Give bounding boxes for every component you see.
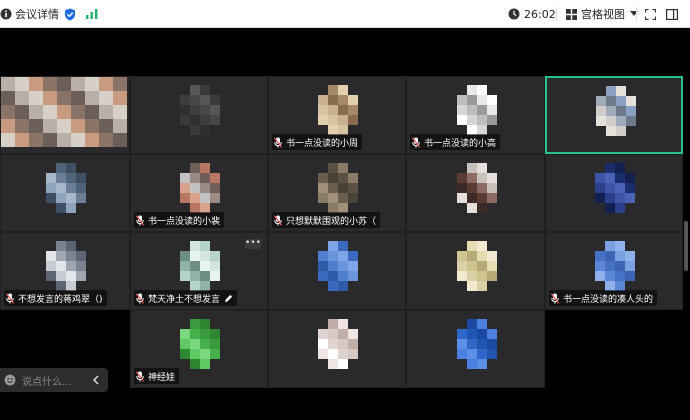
participant-avatar: [180, 85, 220, 135]
mic-muted-icon: [412, 136, 420, 148]
participant-avatar: [318, 241, 358, 291]
participant-avatar: [318, 319, 358, 369]
participant-name: 只想默默围观的小苏（: [286, 216, 377, 227]
mic-muted-icon: [136, 214, 144, 226]
sidebar-toggle-button[interactable]: [666, 0, 678, 28]
meeting-details-label: 会议详情: [15, 8, 59, 21]
mic-muted-icon: [274, 214, 282, 226]
participant-avatar: [46, 241, 86, 291]
view-mode-label: 宫格视图: [581, 8, 625, 21]
meeting-info-button[interactable]: 会议详情: [0, 0, 59, 28]
view-mode-dropdown[interactable]: 宫格视图: [566, 0, 638, 28]
video-tile[interactable]: 只想默默围观的小苏（: [268, 154, 406, 232]
participant-name: 神经娃: [148, 372, 176, 383]
video-tile[interactable]: [406, 310, 545, 388]
security-status[interactable]: [64, 0, 76, 28]
participant-avatar: [1, 77, 127, 147]
participant-avatar: [46, 163, 86, 213]
participant-avatar: [596, 86, 636, 136]
participant-name-tag: 书一点没读的小裴: [134, 212, 225, 228]
divider: [556, 7, 557, 21]
participant-name: 梵天净土不想发言: [148, 294, 221, 305]
network-signal[interactable]: [86, 0, 98, 28]
mic-muted-icon: [274, 136, 282, 148]
timer-text: 26:02: [524, 7, 556, 21]
video-grid: 书一点没读的小周 书一点没读的小高书一点没读的小裴 只想默默围观的小苏（ 不想发言的蒋…: [0, 76, 683, 388]
video-tile[interactable]: [268, 310, 406, 388]
video-tile[interactable]: 书一点没读的小裴: [130, 154, 268, 232]
rename-pencil-icon[interactable]: [224, 294, 233, 303]
chevron-left-icon[interactable]: [92, 375, 100, 385]
video-tile[interactable]: 神经娃: [130, 310, 268, 388]
video-tile[interactable]: 书一点没读的凑人头的: [545, 232, 683, 310]
clock-icon: [508, 8, 520, 20]
chat-input[interactable]: 说点什么...: [22, 373, 88, 388]
participant-avatar: [457, 241, 497, 291]
fullscreen-icon: [645, 8, 656, 20]
participant-avatar: [180, 241, 220, 291]
video-tile[interactable]: [268, 232, 406, 310]
signal-bars-icon: [86, 9, 98, 19]
video-stage: 书一点没读的小周 书一点没读的小高书一点没读的小裴 只想默默围观的小苏（ 不想发言的蒋…: [0, 28, 690, 420]
participant-avatar: [457, 319, 497, 369]
participant-name-tag: 梵天净土不想发言: [134, 290, 238, 306]
video-tile[interactable]: [406, 154, 545, 232]
participant-avatar: [595, 163, 635, 213]
participant-avatar: [180, 163, 220, 213]
shield-check-icon: [65, 8, 75, 20]
more-options-icon[interactable]: •••: [245, 239, 261, 249]
participant-name: 不想发言的蒋鸡翠（): [18, 294, 103, 305]
participant-name-tag: 只想默默围观的小苏（: [272, 212, 381, 228]
video-tile[interactable]: 书一点没读的小周: [268, 76, 406, 154]
video-tile[interactable]: [130, 76, 268, 154]
participant-avatar: [180, 319, 220, 369]
video-tile[interactable]: [545, 76, 683, 154]
participant-name-tag: 书一点没读的小高: [410, 134, 501, 150]
participant-avatar: [318, 163, 358, 213]
divider: [636, 7, 637, 21]
participant-avatar: [595, 241, 635, 291]
participant-name: 书一点没读的小高: [424, 138, 497, 149]
chat-placeholder: 说点什么...: [22, 376, 72, 388]
participant-avatar: [457, 163, 497, 213]
info-icon: [0, 8, 12, 20]
video-tile[interactable]: [0, 154, 130, 232]
video-tile[interactable]: 梵天净土不想发言 •••: [130, 232, 268, 310]
fullscreen-button[interactable]: [645, 0, 656, 28]
mic-muted-icon: [136, 292, 144, 304]
participant-avatar: [457, 85, 497, 135]
video-tile[interactable]: [406, 232, 545, 310]
sidebar-panel-icon: [666, 8, 678, 20]
video-tile[interactable]: 不想发言的蒋鸡翠（): [0, 232, 130, 310]
participant-name: 书一点没读的小裴: [148, 216, 221, 227]
participant-name-tag: 神经娃: [134, 368, 180, 384]
emoji-icon[interactable]: [4, 374, 16, 386]
video-tile[interactable]: 书一点没读的小高: [406, 76, 545, 154]
participant-avatar: [318, 85, 358, 135]
top-bar: 会议详情 26:02 宫格视图: [0, 0, 690, 28]
video-tile[interactable]: [545, 154, 683, 232]
participant-name: 书一点没读的小周: [286, 138, 359, 149]
mic-muted-icon: [551, 292, 559, 304]
scrollbar[interactable]: [684, 221, 688, 271]
video-tile[interactable]: [0, 76, 130, 154]
grid-view-icon: [566, 8, 577, 20]
participant-name-tag: 书一点没读的小周: [272, 134, 363, 150]
participant-name: 书一点没读的凑人头的: [563, 294, 654, 305]
mic-muted-icon: [136, 370, 144, 382]
mic-muted-icon: [6, 292, 14, 304]
chat-input-bar[interactable]: 说点什么...: [0, 368, 108, 392]
participant-name-tag: 不想发言的蒋鸡翠（): [4, 290, 107, 306]
participant-name-tag: 书一点没读的凑人头的: [549, 290, 658, 306]
meeting-timer: 26:02: [508, 0, 556, 28]
